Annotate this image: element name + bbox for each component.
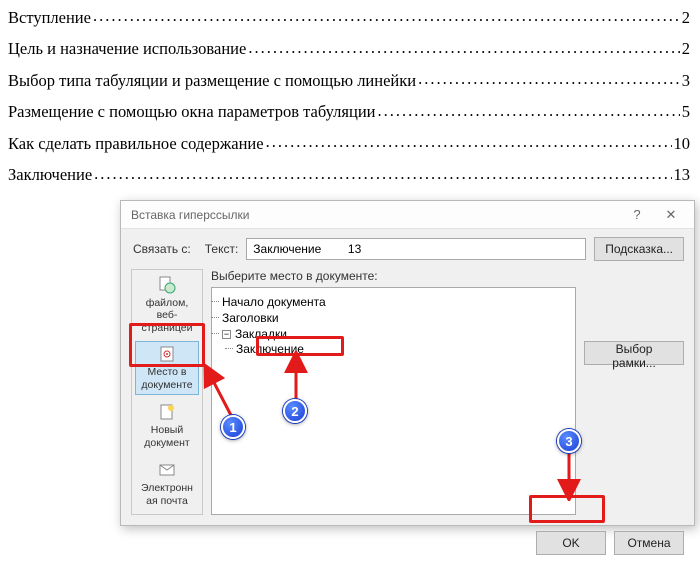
toc-page: 3 [682,71,690,91]
toc-row: Выбор типа табуляции и размещение с помо… [8,69,690,91]
document-target-icon [158,345,176,363]
envelope-icon [158,461,176,479]
sidebar-item-email[interactable]: Электронн ая почта [135,457,199,511]
text-label: Текст: [205,242,239,256]
target-frame-button[interactable]: Выбор рамки... [584,341,684,365]
sidebar-item-existing-file[interactable]: файлом, веб- страницей [135,273,199,337]
toc-title: Как сделать правильное содержание [8,134,264,154]
toc-page: 10 [674,134,691,154]
toc-page: 5 [682,102,690,122]
link-target-sidebar: файлом, веб- страницей Место в документе… [131,269,203,515]
globe-file-icon [158,276,176,294]
toc-title: Вступление [8,8,91,28]
main-pane: Выберите место в документе: Начало докум… [211,269,576,515]
toc-leader [418,69,680,86]
toc-leader [377,101,679,118]
toc-leader [94,164,671,181]
dialog-footer: OK Отмена [121,525,694,563]
sidebar-item-new-document[interactable]: Новый документ [135,399,199,453]
sidebar-item-label: файлом, веб- страницей [141,297,192,333]
toc-page: 13 [674,165,691,185]
toc-title: Размещение с помощью окна параметров таб… [8,102,375,122]
tree-item-top-of-document[interactable]: Начало документа [222,294,567,310]
toc-row: Заключение 13 [8,164,690,186]
dialog-titlebar[interactable]: Вставка гиперссылки ? ✕ [121,201,694,229]
help-button[interactable]: ? [620,204,654,226]
screen-tip-button[interactable]: Подсказка... [594,237,684,261]
ok-button[interactable]: OK [536,531,606,555]
select-place-label: Выберите место в документе: [211,269,576,283]
sidebar-item-label: Новый документ [144,424,189,448]
text-to-display-row: Связать с: Текст: Подсказка... [121,229,694,269]
cancel-button[interactable]: Отмена [614,531,684,555]
close-button[interactable]: ✕ [654,204,688,226]
toc-leader [266,132,672,149]
toc-leader [248,38,679,55]
insert-hyperlink-dialog: Вставка гиперссылки ? ✕ Связать с: Текст… [120,200,695,526]
toc-page: 2 [682,8,690,28]
dialog-title: Вставка гиперссылки [131,208,249,222]
tree-item-bookmarks[interactable]: −Закладки Заключение [222,326,567,358]
sidebar-item-label: Место в документе [141,366,192,390]
tree-item-bookmark-conclusion[interactable]: Заключение [236,341,567,357]
toc-row: Как сделать правильное содержание 10 [8,132,690,154]
sidebar-item-label: Электронн ая почта [141,482,193,506]
tree-item-headings[interactable]: Заголовки [222,310,567,326]
toc-page: 2 [682,39,690,59]
toc-title: Выбор типа табуляции и размещение с помо… [8,71,416,91]
toc-row: Размещение с помощью окна параметров таб… [8,101,690,123]
display-text-input[interactable] [246,238,586,260]
toc-title: Заключение [8,165,92,185]
toc-row: Вступление 2 [8,6,690,28]
right-buttons-column: Выбор рамки... [584,269,684,515]
table-of-contents: Вступление 2 Цель и назначение использов… [0,0,700,185]
document-places-tree[interactable]: Начало документа Заголовки −Закладки Зак… [211,287,576,515]
new-document-icon [158,403,176,421]
toc-title: Цель и назначение использование [8,39,246,59]
sidebar-item-place-in-document[interactable]: Место в документе [135,341,199,395]
toc-row: Цель и назначение использование 2 [8,38,690,60]
link-with-label: Связать с: [133,242,191,256]
collapse-icon[interactable]: − [222,330,231,339]
toc-leader [93,6,680,23]
